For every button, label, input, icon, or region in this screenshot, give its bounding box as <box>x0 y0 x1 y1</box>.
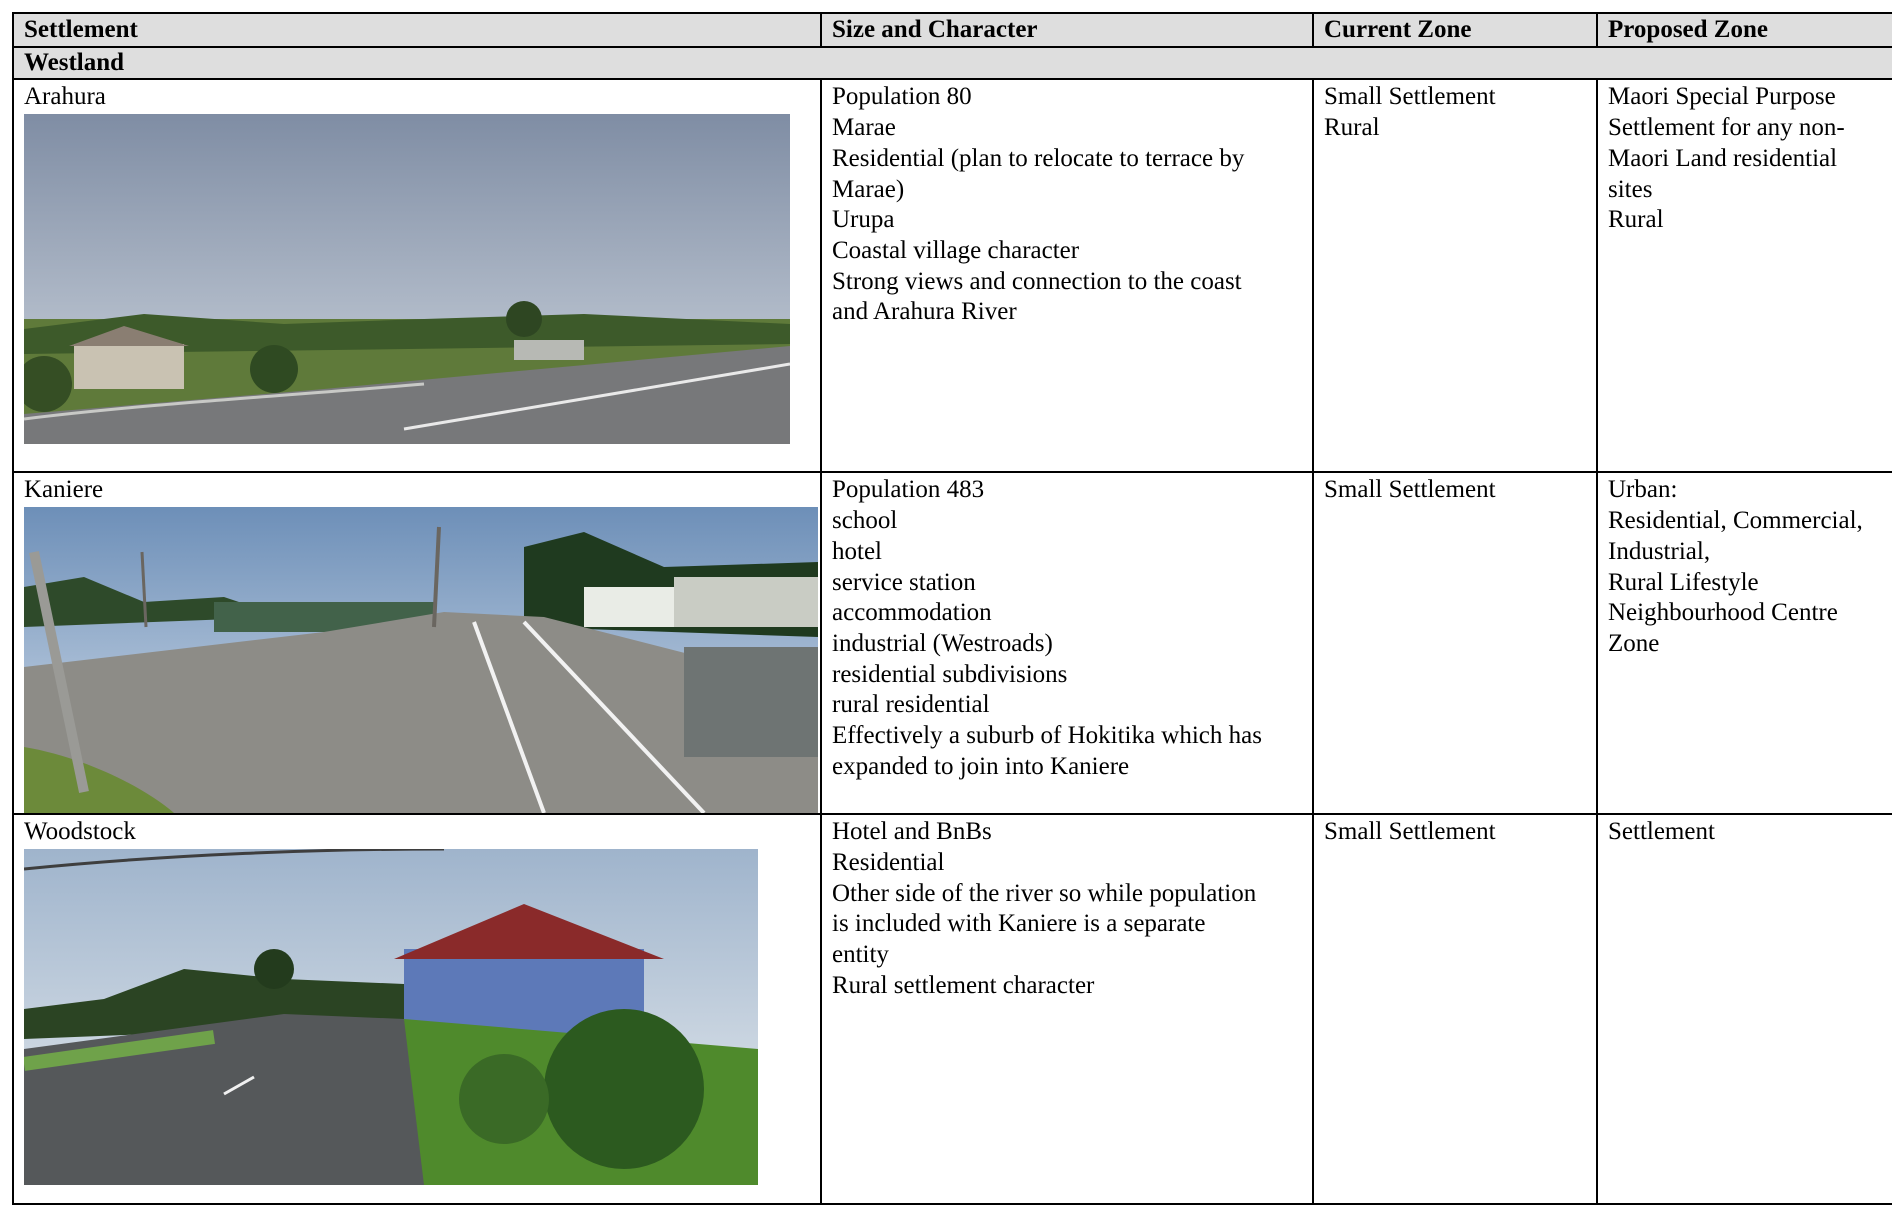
table-row: Arahura Population 80 Marae Residential … <box>12 78 1892 474</box>
settlement-cell: Woodstock <box>12 813 822 1205</box>
size-line: industrial (Westroads) <box>832 629 1053 657</box>
proposed-zone-line: Neighbourhood Centre <box>1608 599 1838 627</box>
size-line: Rural settlement character <box>832 971 1095 999</box>
table-row: Kaniere Population 483 school hotel serv… <box>12 471 1892 816</box>
proposed-zone-cell: Urban: Residential, Commercial, Industri… <box>1596 471 1892 816</box>
proposed-zone-line: Maori Land residential <box>1608 144 1838 172</box>
size-line: Effectively a suburb of Hokitika which h… <box>832 722 1262 750</box>
current-zone-cell: Small Settlement <box>1312 813 1598 1205</box>
proposed-zone-line: Rural <box>1608 206 1664 234</box>
proposed-zone-cell: Maori Special Purpose Settlement for any… <box>1596 78 1892 474</box>
size-line: is included with Kaniere is a separate <box>832 910 1206 938</box>
size-line: entity <box>832 940 889 968</box>
proposed-zone-line: sites <box>1608 175 1653 203</box>
settlement-table: Settlement Size and Character Current Zo… <box>12 12 1892 1205</box>
section-title: Westland <box>12 45 1892 81</box>
size-line: Urupa <box>832 206 895 234</box>
woodstock-photo <box>24 848 758 1185</box>
arahura-photo <box>24 114 790 445</box>
size-line: expanded to join into Kaniere <box>832 752 1130 780</box>
settlement-name: Arahura <box>24 83 106 111</box>
proposed-zone-line: Industrial, <box>1608 537 1711 565</box>
settlement-name: Kaniere <box>24 476 104 504</box>
size-line: rural residential <box>832 691 990 719</box>
section-row: Westland <box>12 45 1892 81</box>
proposed-zone-line: Settlement for any non- <box>1608 114 1845 142</box>
proposed-zone-line: Settlement <box>1608 818 1715 846</box>
size-line: and Arahura River <box>832 298 1017 326</box>
kaniere-photo <box>24 507 818 813</box>
size-line: Other side of the river so while populat… <box>832 879 1257 907</box>
size-line: Population 80 <box>832 83 972 111</box>
size-line: Coastal village character <box>832 236 1080 264</box>
current-zone-cell: Small Settlement <box>1312 471 1598 816</box>
size-line: Marae <box>832 114 896 142</box>
header-settlement: Settlement <box>12 12 822 48</box>
table-row: Woodstock Hotel and BnBs Residential Oth… <box>12 813 1892 1205</box>
proposed-zone-line: Zone <box>1608 629 1660 657</box>
current-zone-line: Small Settlement <box>1324 83 1496 111</box>
size-line: Population 483 <box>832 476 985 504</box>
size-line: Hotel and BnBs <box>832 818 992 846</box>
size-cell: Hotel and BnBs Residential Other side of… <box>820 813 1314 1205</box>
current-zone-cell: Small Settlement Rural <box>1312 78 1598 474</box>
size-line: accommodation <box>832 599 992 627</box>
settlement-cell: Kaniere <box>12 471 822 816</box>
size-cell: Population 80 Marae Residential (plan to… <box>820 78 1314 474</box>
proposed-zone-line: Maori Special Purpose <box>1608 83 1836 111</box>
size-cell: Population 483 school hotel service stat… <box>820 471 1314 816</box>
settlement-cell: Arahura <box>12 78 822 474</box>
size-line: school <box>832 507 898 535</box>
size-line: Residential <box>832 848 945 876</box>
header-current-zone: Current Zone <box>1312 12 1598 48</box>
header-row: Settlement Size and Character Current Zo… <box>12 12 1892 48</box>
current-zone-line: Small Settlement <box>1324 818 1496 846</box>
current-zone-line: Rural <box>1324 114 1380 142</box>
settlement-name: Woodstock <box>24 818 136 846</box>
header-proposed-zone: Proposed Zone <box>1596 12 1892 48</box>
proposed-zone-cell: Settlement <box>1596 813 1892 1205</box>
size-line: Residential (plan to relocate to terrace… <box>832 144 1245 172</box>
header-size-and-character: Size and Character <box>820 12 1314 48</box>
size-line: Strong views and connection to the coast <box>832 267 1242 295</box>
size-line: Marae) <box>832 175 905 203</box>
proposed-zone-line: Residential, Commercial, <box>1608 507 1863 535</box>
size-line: hotel <box>832 537 882 565</box>
proposed-zone-line: Rural Lifestyle <box>1608 568 1759 596</box>
size-line: residential subdivisions <box>832 660 1068 688</box>
current-zone-line: Small Settlement <box>1324 476 1496 504</box>
size-line: service station <box>832 568 976 596</box>
proposed-zone-line: Urban: <box>1608 476 1678 504</box>
